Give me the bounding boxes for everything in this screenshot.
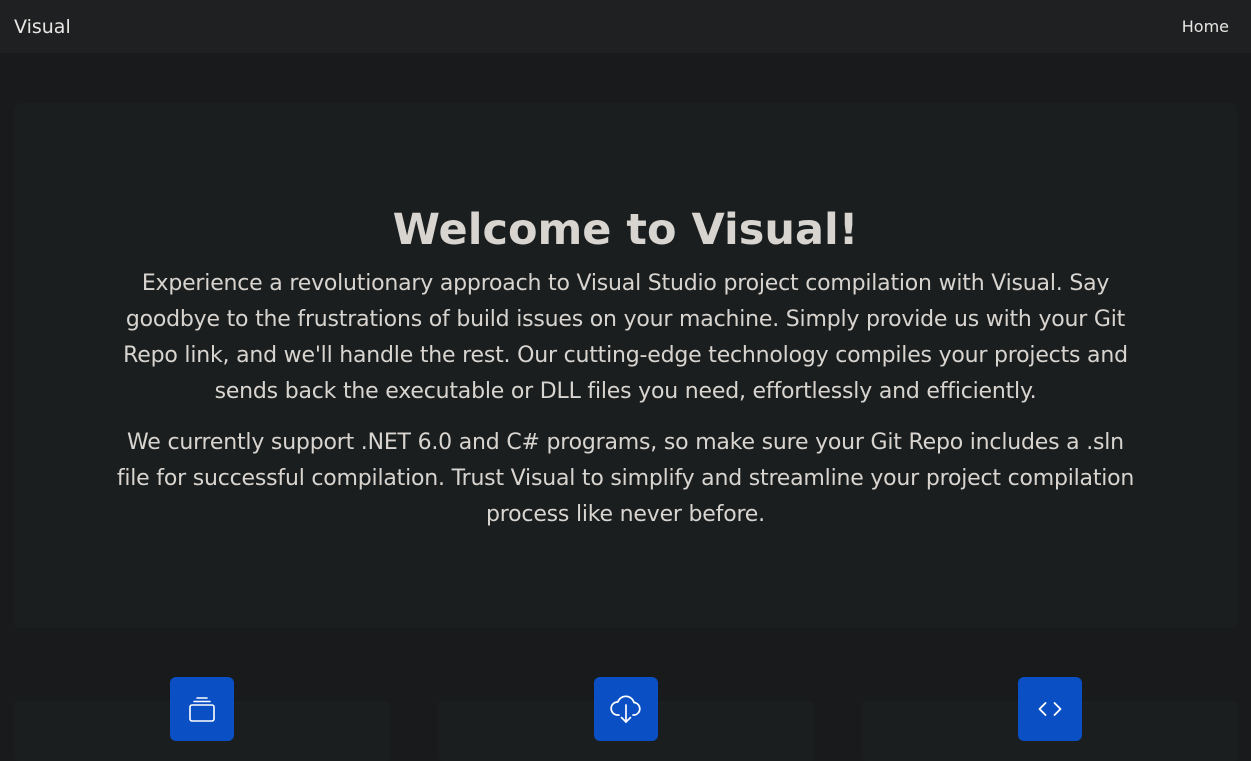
cloud-download-icon (594, 677, 658, 741)
hero-description: Experience a revolutionary approach to V… (123, 271, 1128, 404)
navbar: Visual Home (0, 0, 1251, 53)
hero-section: Welcome to Visual! Experience a revoluti… (14, 103, 1237, 628)
collection-icon (170, 677, 234, 741)
navbar-brand[interactable]: Visual (14, 15, 71, 39)
code-icon (1018, 677, 1082, 741)
hero-title: Welcome to Visual! (392, 205, 859, 255)
nav-link-home[interactable]: Home (1182, 17, 1229, 37)
hero-support-note: We currently support .NET 6.0 and C# pro… (116, 430, 1135, 527)
